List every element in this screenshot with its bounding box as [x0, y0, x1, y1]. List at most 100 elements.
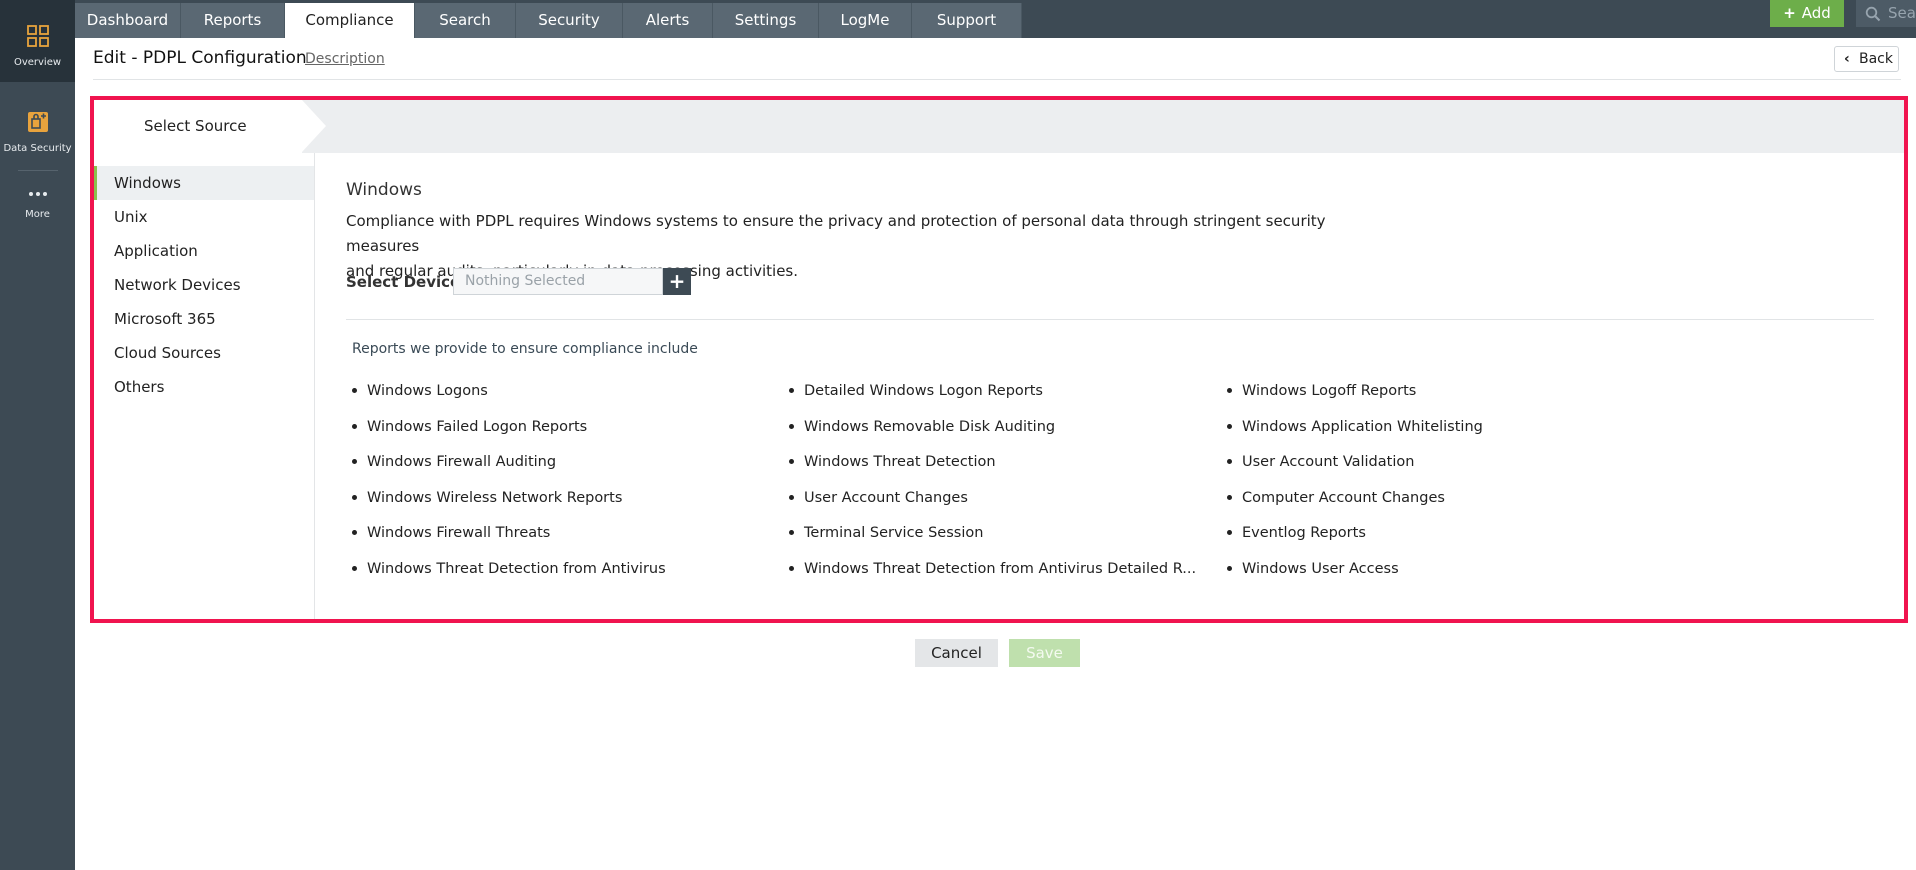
bullet-icon: [1227, 423, 1232, 429]
report-item: Detailed Windows Logon Reports: [789, 383, 1043, 399]
bullet-icon: [352, 387, 357, 393]
bullet-icon: [1227, 565, 1232, 571]
report-item: Windows Wireless Network Reports: [352, 490, 622, 506]
bullet-icon: [352, 458, 357, 464]
report-item: Windows Removable Disk Auditing: [789, 419, 1055, 435]
report-item: User Account Validation: [1227, 454, 1414, 470]
step-arrow: [302, 100, 326, 152]
report-item: Computer Account Changes: [1227, 490, 1445, 506]
source-item-network-devices[interactable]: Network Devices: [94, 268, 314, 302]
report-item: Windows Failed Logon Reports: [352, 419, 587, 435]
source-item-cloud-sources[interactable]: Cloud Sources: [94, 336, 314, 370]
source-item-others[interactable]: Others: [94, 370, 314, 404]
add-button-label: Add: [1801, 4, 1831, 22]
rail-item-more[interactable]: More: [0, 188, 75, 220]
tab-security[interactable]: Security: [516, 3, 623, 38]
report-item: Eventlog Reports: [1227, 525, 1366, 541]
bullet-icon: [789, 529, 794, 535]
tab-support[interactable]: Support: [912, 3, 1022, 38]
top-navigation: Dashboard Reports Compliance Search Secu…: [75, 0, 1916, 38]
data-security-icon: [27, 112, 48, 132]
report-item: Windows User Access: [1227, 561, 1399, 577]
search-input[interactable]: Search: [1856, 0, 1916, 27]
content-divider: [346, 319, 1874, 320]
report-item-label: Windows User Access: [1242, 561, 1399, 577]
source-title: Windows: [346, 180, 422, 200]
report-item-label: Computer Account Changes: [1242, 490, 1445, 506]
report-item: Windows Threat Detection from Antivirus …: [789, 561, 1196, 577]
tab-search[interactable]: Search: [415, 3, 516, 38]
rail-item-overview[interactable]: Overview: [0, 0, 75, 82]
report-item-label: Windows Failed Logon Reports: [367, 419, 588, 435]
left-rail: Overview Data Security More: [0, 0, 75, 870]
report-item: Windows Application Whitelisting: [1227, 419, 1483, 435]
report-item: Windows Threat Detection from Antivirus: [352, 561, 666, 577]
bullet-icon: [352, 529, 357, 535]
report-item: Windows Firewall Auditing: [352, 454, 556, 470]
bullet-icon: [352, 494, 357, 500]
source-item-unix[interactable]: Unix: [94, 200, 314, 234]
report-item-label: Windows Threat Detection: [804, 454, 996, 470]
bullet-icon: [352, 565, 357, 571]
bullet-icon: [1227, 458, 1232, 464]
report-item-label: User Account Changes: [804, 490, 968, 506]
configuration-panel: Select Source Windows Unix Application N…: [90, 96, 1908, 623]
report-item: Windows Threat Detection: [789, 454, 996, 470]
report-item-label: Eventlog Reports: [1242, 525, 1366, 541]
back-button[interactable]: ‹ Back: [1834, 46, 1899, 72]
bullet-icon: [789, 565, 794, 571]
back-button-label: Back: [1859, 51, 1893, 67]
report-item: Windows Logons: [352, 383, 488, 399]
report-item-label: Windows Firewall Threats: [367, 525, 551, 541]
bullet-icon: [1227, 387, 1232, 393]
header-divider: [93, 79, 1901, 80]
bullet-icon: [1227, 494, 1232, 500]
report-item: Windows Firewall Threats: [352, 525, 550, 541]
tab-settings[interactable]: Settings: [713, 3, 819, 38]
description-link[interactable]: Description: [305, 51, 385, 67]
source-item-microsoft-365[interactable]: Microsoft 365: [94, 302, 314, 336]
bullet-icon: [789, 494, 794, 500]
source-item-windows[interactable]: Windows: [94, 166, 314, 200]
rail-data-security-label: Data Security: [3, 143, 72, 154]
source-list: Windows Unix Application Network Devices…: [94, 153, 315, 619]
report-item-label: Windows Threat Detection from Antivirus …: [804, 561, 1197, 577]
report-item: User Account Changes: [789, 490, 968, 506]
report-item-label: Windows Application Whitelisting: [1242, 419, 1483, 435]
source-item-application[interactable]: Application: [94, 234, 314, 268]
tab-alerts[interactable]: Alerts: [623, 3, 713, 38]
tab-dashboard[interactable]: Dashboard: [75, 3, 181, 38]
select-devices-field[interactable]: Nothing Selected: [453, 268, 663, 295]
report-item-label: Terminal Service Session: [804, 525, 984, 541]
source-description-line-1: Compliance with PDPL requires Windows sy…: [346, 212, 1326, 255]
report-item-label: Windows Logons: [367, 383, 488, 399]
report-item-label: Windows Logoff Reports: [1242, 383, 1417, 399]
report-item-label: Windows Removable Disk Auditing: [804, 419, 1056, 435]
reports-heading: Reports we provide to ensure compliance …: [352, 341, 698, 357]
report-item-label: Windows Threat Detection from Antivirus: [367, 561, 666, 577]
rail-more-label: More: [25, 209, 50, 220]
plus-icon: +: [1783, 4, 1796, 22]
wizard-step-bar: Select Source: [94, 100, 1904, 153]
rail-divider: [18, 170, 58, 171]
grid-icon: [26, 25, 49, 47]
add-button[interactable]: + Add: [1770, 0, 1844, 27]
add-devices-button[interactable]: +: [663, 268, 691, 295]
rail-item-data-security[interactable]: Data Security: [0, 106, 75, 154]
tab-compliance[interactable]: Compliance: [285, 3, 415, 38]
step-select-source[interactable]: Select Source: [94, 100, 302, 153]
cancel-button[interactable]: Cancel: [915, 639, 998, 667]
search-placeholder: Search: [1888, 4, 1916, 22]
bullet-icon: [352, 423, 357, 429]
rail-overview-label: Overview: [13, 57, 62, 68]
bullet-icon: [789, 387, 794, 393]
report-item-label: User Account Validation: [1242, 454, 1415, 470]
select-devices-label: Select Devices: [346, 273, 470, 291]
tab-reports[interactable]: Reports: [181, 3, 285, 38]
tab-logme[interactable]: LogMe: [819, 3, 912, 38]
report-item: Terminal Service Session: [789, 525, 983, 541]
bullet-icon: [1227, 529, 1232, 535]
report-item-label: Windows Wireless Network Reports: [367, 490, 623, 506]
save-button[interactable]: Save: [1009, 639, 1080, 667]
report-item: Windows Logoff Reports: [1227, 383, 1416, 399]
